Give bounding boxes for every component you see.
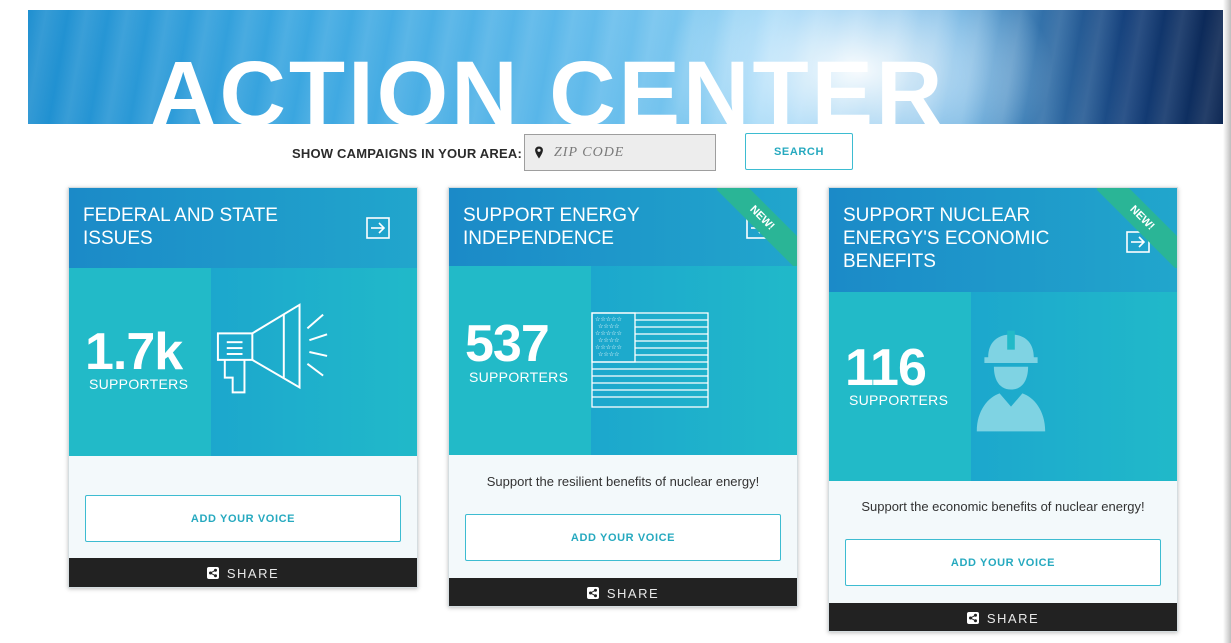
card-header[interactable]: FEDERAL AND STATE ISSUES bbox=[69, 188, 417, 268]
megaphone-icon bbox=[216, 303, 328, 394]
supporter-count: 1.7k bbox=[85, 323, 183, 381]
hero-banner: ACTION CENTER bbox=[28, 10, 1225, 124]
supporter-count: 116 bbox=[845, 339, 927, 397]
share-button[interactable]: SHARE bbox=[449, 578, 797, 606]
svg-text:☆☆☆☆: ☆☆☆☆ bbox=[598, 337, 620, 344]
share-icon bbox=[206, 567, 219, 579]
share-label: SHARE bbox=[986, 610, 1040, 626]
supporter-count: 537 bbox=[465, 315, 550, 373]
search-label: SHOW CAMPAIGNS IN YOUR AREA: bbox=[292, 146, 522, 161]
zip-code-input[interactable] bbox=[554, 144, 704, 161]
zip-code-field[interactable] bbox=[524, 134, 716, 171]
enter-arrow-icon[interactable] bbox=[366, 217, 390, 239]
svg-text:☆☆☆☆☆: ☆☆☆☆☆ bbox=[595, 330, 622, 337]
share-label: SHARE bbox=[226, 565, 280, 581]
share-label: SHARE bbox=[606, 585, 660, 601]
card-title[interactable]: FEDERAL AND STATE ISSUES bbox=[83, 204, 333, 250]
page-title: ACTION CENTER bbox=[150, 43, 946, 124]
add-your-voice-button[interactable]: ADD YOUR VOICE bbox=[465, 514, 781, 561]
supporters-label: SUPPORTERS bbox=[89, 376, 189, 392]
card-title[interactable]: SUPPORT ENERGY INDEPENDENCE bbox=[463, 204, 713, 250]
svg-text:☆☆☆☆: ☆☆☆☆ bbox=[598, 323, 620, 330]
supporters-label: SUPPORTERS bbox=[849, 392, 949, 408]
campaign-card-federal-state-issues[interactable]: FEDERAL AND STATE ISSUES 1.7k SUPPORTERS bbox=[68, 187, 418, 588]
svg-text:☆☆☆☆☆: ☆☆☆☆☆ bbox=[595, 344, 622, 351]
new-badge: NEW! bbox=[717, 188, 797, 268]
share-icon bbox=[586, 587, 599, 599]
location-pin-icon bbox=[535, 146, 543, 159]
stats-panel: 1.7k SUPPORTERS bbox=[69, 268, 417, 456]
card-description: Support the resilient benefits of nuclea… bbox=[486, 474, 760, 489]
stats-panel: 116 SUPPORTERS bbox=[829, 292, 1177, 481]
stats-panel: 537 SUPPORTERS ☆☆☆☆☆ ☆☆☆☆ ☆☆☆☆☆ ☆☆☆☆ ☆☆☆☆☆… bbox=[449, 266, 797, 455]
share-button[interactable]: SHARE bbox=[829, 603, 1177, 631]
action-center-page: ACTION CENTER SHOW CAMPAIGNS IN YOUR ARE… bbox=[0, 0, 1231, 643]
us-flag-icon: ☆☆☆☆☆☆☆☆☆ ☆☆☆☆☆☆☆☆☆ ☆☆☆☆☆☆☆☆☆ bbox=[591, 312, 709, 408]
hard-hat-worker-icon bbox=[976, 330, 1046, 432]
svg-text:☆☆☆☆: ☆☆☆☆ bbox=[598, 351, 620, 358]
supporters-label: SUPPORTERS bbox=[469, 369, 569, 385]
campaign-card-energy-independence[interactable]: SUPPORT ENERGY INDEPENDENCE NEW! 537 SUP… bbox=[448, 187, 798, 607]
new-badge: NEW! bbox=[1097, 188, 1177, 268]
add-your-voice-button[interactable]: ADD YOUR VOICE bbox=[85, 495, 401, 542]
card-title[interactable]: SUPPORT NUCLEAR ENERGY'S ECONOMIC BENEFI… bbox=[843, 204, 1093, 273]
svg-text:☆☆☆☆☆: ☆☆☆☆☆ bbox=[595, 316, 622, 323]
search-button[interactable]: SEARCH bbox=[745, 133, 853, 170]
add-your-voice-button[interactable]: ADD YOUR VOICE bbox=[845, 539, 1161, 586]
page-edge bbox=[1223, 0, 1231, 643]
share-button[interactable]: SHARE bbox=[69, 558, 417, 587]
card-description: Support the economic benefits of nuclear… bbox=[861, 499, 1145, 514]
campaign-card-economic-benefits[interactable]: SUPPORT NUCLEAR ENERGY'S ECONOMIC BENEFI… bbox=[828, 187, 1178, 632]
share-icon bbox=[966, 612, 979, 624]
